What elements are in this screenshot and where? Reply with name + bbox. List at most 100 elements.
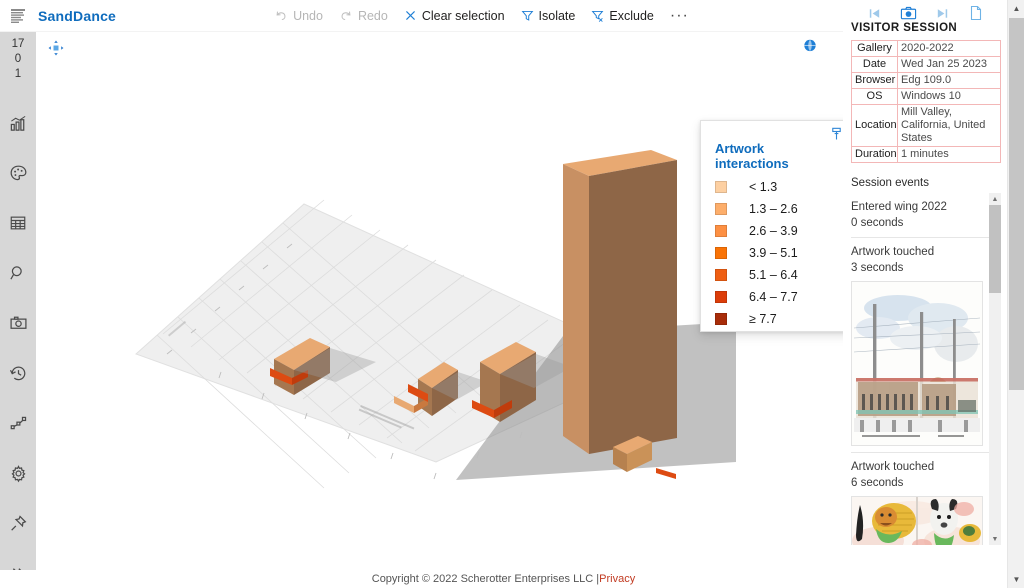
sanddance-logo-icon[interactable] (0, 0, 36, 32)
pin-filter-icon[interactable] (830, 127, 843, 146)
rail-stat-active: 1 (14, 68, 22, 80)
sidebar-item-settings[interactable] (0, 448, 36, 498)
legend-item-label: 2.6 – 3.9 (749, 224, 798, 238)
scroll-up-arrow-icon[interactable]: ▲ (1008, 0, 1024, 17)
legend-item-label: 6.4 – 7.7 (749, 290, 798, 304)
sidebar-item-pin[interactable] (0, 498, 36, 548)
exclude-label: Exclude (609, 8, 654, 23)
legend-item-label: ≥ 7.7 (749, 312, 777, 326)
camera-icon (9, 314, 28, 333)
table-row: Date Wed Jan 25 2023 (851, 56, 1001, 73)
artwork-thumbnail[interactable] (851, 281, 983, 446)
row-key: Gallery (851, 40, 898, 57)
chart-canvas[interactable]: Artwork interactions < 1.3 1.3 – 2.6 2.6… (36, 32, 843, 570)
legend-item[interactable]: ≥ 7.7 (711, 308, 841, 330)
clear-selection-button[interactable]: Clear selection (396, 0, 513, 32)
legend-item[interactable]: < 1.3 (711, 176, 841, 198)
undo-icon (274, 9, 288, 23)
event-name: Entered wing 2022 (851, 201, 947, 213)
list-item[interactable]: Artwork touched 6 seconds (851, 452, 989, 545)
overflow-menu-button[interactable]: ··· (662, 7, 697, 25)
copyright-text: Copyright © 2022 Scherotter Enterprises … (371, 573, 600, 585)
legend-swatch (715, 247, 727, 259)
legend-swatch (715, 181, 727, 193)
redo-label: Redo (357, 8, 388, 23)
close-x-icon (404, 9, 417, 22)
isolate-button[interactable]: Isolate (513, 0, 584, 32)
row-key: Browser (851, 72, 898, 89)
legend-item[interactable]: 2.6 – 3.9 (711, 220, 841, 242)
chart-icon (9, 114, 28, 133)
sidebar-item-snapshots[interactable] (0, 298, 36, 348)
legend-swatch (715, 269, 727, 281)
legend-item[interactable]: 6.4 – 7.7 (711, 286, 841, 308)
legend-item-label: 5.1 – 6.4 (749, 268, 798, 282)
artwork-thumbnail[interactable] (851, 496, 983, 545)
row-value: 2020-2022 (897, 40, 1001, 57)
page-title: VISITOR SESSION (851, 22, 958, 34)
bar-mark[interactable] (563, 150, 677, 454)
redo-icon (339, 9, 353, 23)
session-events-heading: Session events (851, 177, 929, 189)
legend-item-label: 1.3 – 2.6 (749, 202, 798, 216)
event-time: 0 seconds (851, 217, 904, 229)
privacy-link[interactable]: Privacy (599, 573, 635, 585)
rail-stats: 17 0 1 (0, 32, 36, 82)
filter-icon (521, 9, 534, 22)
clear-selection-label: Clear selection (421, 8, 505, 23)
row-value: Wed Jan 25 2023 (897, 56, 1001, 73)
event-time: 6 seconds (851, 477, 904, 489)
legend-item[interactable]: 1.3 – 2.6 (711, 198, 841, 220)
sidebar-item-color[interactable] (0, 148, 36, 198)
sidebar-item-search[interactable] (0, 248, 36, 298)
redo-button[interactable]: Redo (331, 0, 396, 32)
visitor-session-panel: VISITOR SESSION Gallery 2020-2022 Date W… (843, 22, 1007, 572)
table-row: Gallery 2020-2022 (851, 40, 1001, 57)
table-icon (9, 214, 27, 232)
events-scrollbar[interactable]: ▲ ▼ (989, 193, 1001, 545)
sidebar-item-connect[interactable] (0, 398, 36, 448)
event-name: Artwork touched (851, 246, 935, 258)
undo-label: Undo (293, 8, 323, 23)
brand-name: SandDance (38, 7, 117, 24)
exclude-button[interactable]: Exclude (583, 0, 661, 32)
sidebar-item-data-table[interactable] (0, 198, 36, 248)
table-row: OS Windows 10 (851, 88, 1001, 105)
session-events-list[interactable]: Entered wing 2022 0 seconds Artwork touc… (851, 193, 1007, 545)
left-rail: 17 0 1 (0, 32, 36, 588)
scrollbar-thumb[interactable] (989, 205, 1001, 293)
page-scrollbar-thumb[interactable] (1009, 18, 1024, 390)
row-value: Edg 109.0 (897, 72, 1001, 89)
event-name: Artwork touched (851, 461, 935, 473)
scroll-down-arrow-icon[interactable]: ▼ (1008, 571, 1024, 588)
legend-panel[interactable]: Artwork interactions < 1.3 1.3 – 2.6 2.6… (700, 120, 843, 332)
legend-item[interactable]: 3.9 – 5.1 (711, 242, 841, 264)
scroll-up-arrow-icon[interactable]: ▲ (989, 193, 1001, 205)
undo-button[interactable]: Undo (266, 0, 331, 32)
isolate-label: Isolate (538, 8, 576, 23)
palette-icon (9, 164, 28, 183)
legend-swatch (715, 203, 727, 215)
sidebar-item-chart[interactable] (0, 98, 36, 148)
table-row: Browser Edg 109.0 (851, 72, 1001, 89)
list-item[interactable]: Artwork touched 3 seconds (851, 237, 989, 446)
footer: Copyright © 2022 Scherotter Enterprises … (0, 570, 1007, 588)
rail-stat-selected: 0 (14, 53, 22, 65)
list-item[interactable]: Entered wing 2022 0 seconds (851, 193, 989, 231)
row-key: Duration (851, 146, 898, 163)
search-icon (9, 264, 28, 283)
sanddance-app: SandDance Undo Redo Clear selection Isol… (0, 0, 1024, 588)
scroll-down-arrow-icon[interactable]: ▼ (989, 533, 1001, 545)
row-key: Location (851, 104, 898, 147)
table-row: Location Mill Valley, California, United… (851, 104, 1001, 147)
sidebar-item-history[interactable] (0, 348, 36, 398)
legend-swatch (715, 225, 727, 237)
legend-item[interactable]: 5.1 – 6.4 (711, 264, 841, 286)
filter-exclude-icon (591, 9, 604, 22)
legend-item-label: < 1.3 (749, 180, 778, 194)
page-scrollbar[interactable]: ▲ ▼ (1007, 0, 1024, 588)
pin-icon (9, 514, 28, 533)
table-row: Duration 1 minutes (851, 146, 1001, 163)
legend-items: < 1.3 1.3 – 2.6 2.6 – 3.9 3.9 – 5.1 5.1 … (711, 176, 841, 330)
rail-stat-total: 17 (11, 38, 25, 50)
